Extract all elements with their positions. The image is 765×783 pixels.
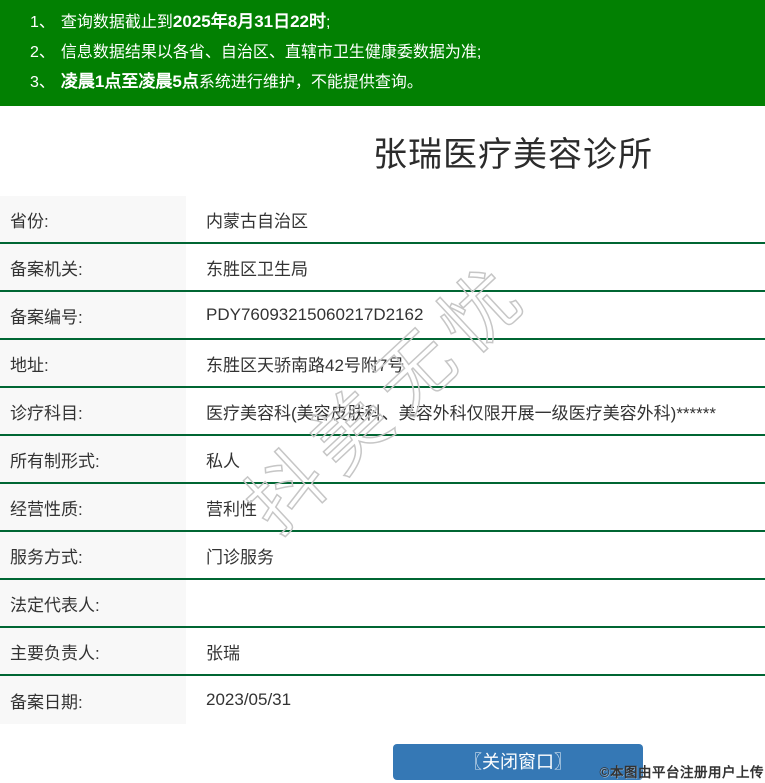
field-value: 内蒙古自治区 [206, 211, 308, 231]
notice-text: 信息数据结果以各省、自治区、直辖市卫生健康委数据为准; [60, 44, 482, 61]
notice-line-3: 3、 凌晨1点至凌晨5点系统进行维护，不能提供查询。 [30, 67, 755, 97]
field-label: 经营性质: [0, 484, 186, 530]
button-area: 〖关闭窗口〗 [0, 744, 765, 780]
table-row-business-nature: 经营性质: 营利性 [0, 484, 765, 532]
field-value: 私人 [206, 451, 240, 471]
close-window-button[interactable]: 〖关闭窗口〗 [393, 744, 643, 780]
field-label: 主要负责人: [0, 628, 186, 674]
table-row-service-mode: 服务方式: 门诊服务 [0, 532, 765, 580]
table-row-address: 地址: 东胜区天骄南路42号附7号 [0, 340, 765, 388]
notice-number: 3、 [30, 74, 55, 91]
field-label: 地址: [0, 340, 186, 386]
field-value: 张瑞 [206, 643, 240, 663]
field-value: 东胜区天骄南路42号附7号 [206, 355, 405, 375]
field-label: 省份: [0, 196, 186, 242]
table-row-registration-number: 备案编号: PDY76093215060217D2162 [0, 292, 765, 340]
page-title: 张瑞医疗美容诊所 [373, 135, 653, 174]
table-row-province: 省份: 内蒙古自治区 [0, 196, 765, 244]
table-row-principal: 主要负责人: 张瑞 [0, 628, 765, 676]
field-label: 服务方式: [0, 532, 186, 578]
notice-number: 2、 [30, 44, 55, 61]
info-table: 省份: 内蒙古自治区 备案机关: 东胜区卫生局 备案编号: PDY7609321… [0, 196, 765, 724]
field-value: PDY76093215060217D2162 [206, 305, 424, 324]
notice-text-bold: 凌晨1点至凌晨5点 [60, 72, 199, 91]
table-row-ownership-form: 所有制形式: 私人 [0, 436, 765, 484]
field-value [186, 580, 765, 626]
field-label: 备案日期: [0, 676, 186, 724]
field-value: 东胜区卫生局 [206, 259, 308, 279]
notice-text-bold: 2025年8月31日22时 [172, 12, 327, 31]
field-value: 医疗美容科(美容皮肤科、美容外科仅限开展一级医疗美容外科)****** [206, 403, 717, 423]
notice-text: ; [326, 14, 331, 31]
table-row-legal-representative: 法定代表人: [0, 580, 765, 628]
field-label: 备案编号: [0, 292, 186, 338]
field-value: 营利性 [206, 499, 257, 519]
notice-line-2: 2、 信息数据结果以各省、自治区、直辖市卫生健康委数据为准; [30, 37, 755, 67]
title-section: 张瑞医疗美容诊所 [0, 106, 765, 196]
field-label: 诊疗科目: [0, 388, 186, 434]
notice-line-1: 1、 查询数据截止到2025年8月31日22时; [30, 7, 755, 37]
table-row-registration-authority: 备案机关: 东胜区卫生局 [0, 244, 765, 292]
notice-number: 1、 [30, 14, 55, 31]
field-label: 备案机关: [0, 244, 186, 290]
field-value: 门诊服务 [206, 547, 274, 567]
field-label: 所有制形式: [0, 436, 186, 482]
notice-banner: 1、 查询数据截止到2025年8月31日22时; 2、 信息数据结果以各省、自治区、… [0, 0, 765, 106]
notice-text: 查询数据截止到 [60, 14, 173, 31]
table-row-medical-subjects: 诊疗科目: 医疗美容科(美容皮肤科、美容外科仅限开展一级医疗美容外科)*****… [0, 388, 765, 436]
table-row-registration-date: 备案日期: 2023/05/31 [0, 676, 765, 724]
notice-text: 系统进行维护，不能提供查询。 [198, 74, 423, 91]
field-value: 2023/05/31 [206, 690, 292, 709]
field-label: 法定代表人: [0, 580, 186, 626]
